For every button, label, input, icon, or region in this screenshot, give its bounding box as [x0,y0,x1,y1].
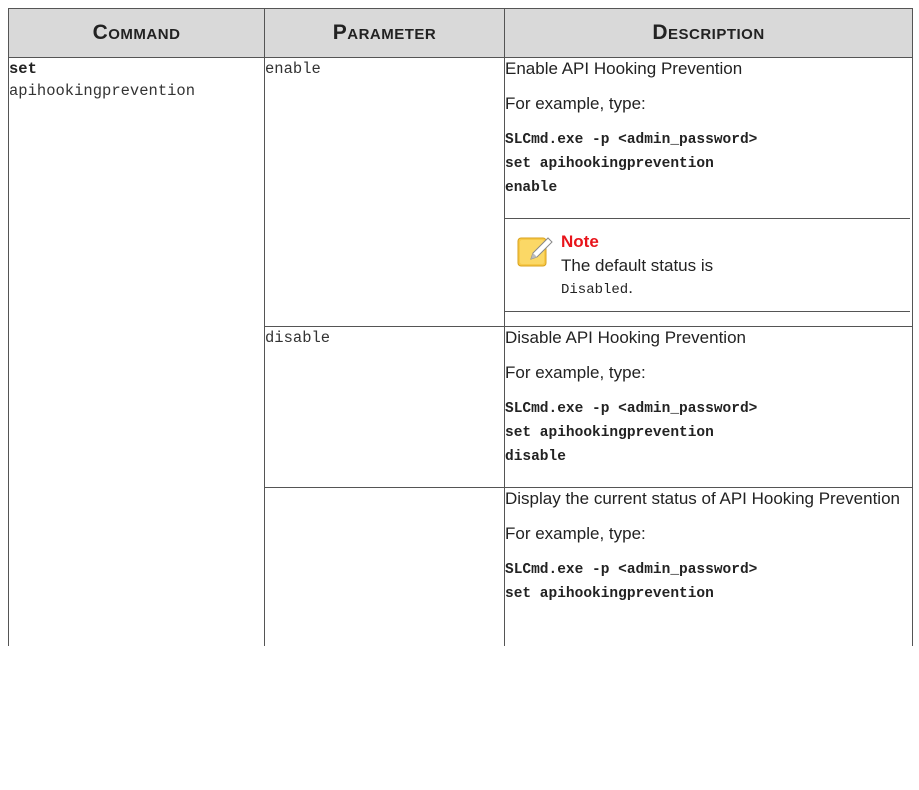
example-code: SLCmd.exe -p <admin_password> set apihoo… [505,562,758,602]
parameter-cell: enable [264,57,505,327]
description-cell: Disable API Hooking Prevention For examp… [504,326,913,488]
command-keyword: set [9,60,37,78]
note-pencil-icon [517,237,553,267]
example-label: For example, type: [505,94,646,113]
note-box: Note The default status is Disabled. [505,218,910,312]
description-text: Disable API Hooking Prevention [505,328,746,347]
note-body: The default status is Disabled. [561,255,713,301]
note-value: Disabled [561,282,629,298]
column-header-parameter: Parameter [264,8,505,58]
command-reference-table: Command Parameter Description set apihoo… [8,8,913,646]
description-cell: Enable API Hooking Prevention For exampl… [504,57,913,327]
column-header-description: Description [504,8,913,58]
example-code: SLCmd.exe -p <admin_password> set apihoo… [505,132,758,196]
parameter-cell: disable [264,326,505,488]
note-suffix: . [628,278,633,297]
column-header-command: Command [8,8,265,58]
table-header-row: Command Parameter Description [8,8,913,58]
description-text: Enable API Hooking Prevention [505,59,743,78]
parameter-cell [264,487,505,646]
note-text: The default status is [561,256,714,275]
command-argument: apihookingprevention [9,82,196,100]
description-text: Display the current status of API Hookin… [505,489,900,508]
table-row: set apihookingprevention enable Enable A… [8,57,913,646]
note-content: Note The default status is Disabled. [561,231,713,301]
description-cell: Display the current status of API Hookin… [504,487,913,646]
command-cell: set apihookingprevention [8,57,265,646]
example-label: For example, type: [505,524,646,543]
example-label: For example, type: [505,363,646,382]
note-title: Note [561,232,599,251]
example-code: SLCmd.exe -p <admin_password> set apihoo… [505,401,758,465]
